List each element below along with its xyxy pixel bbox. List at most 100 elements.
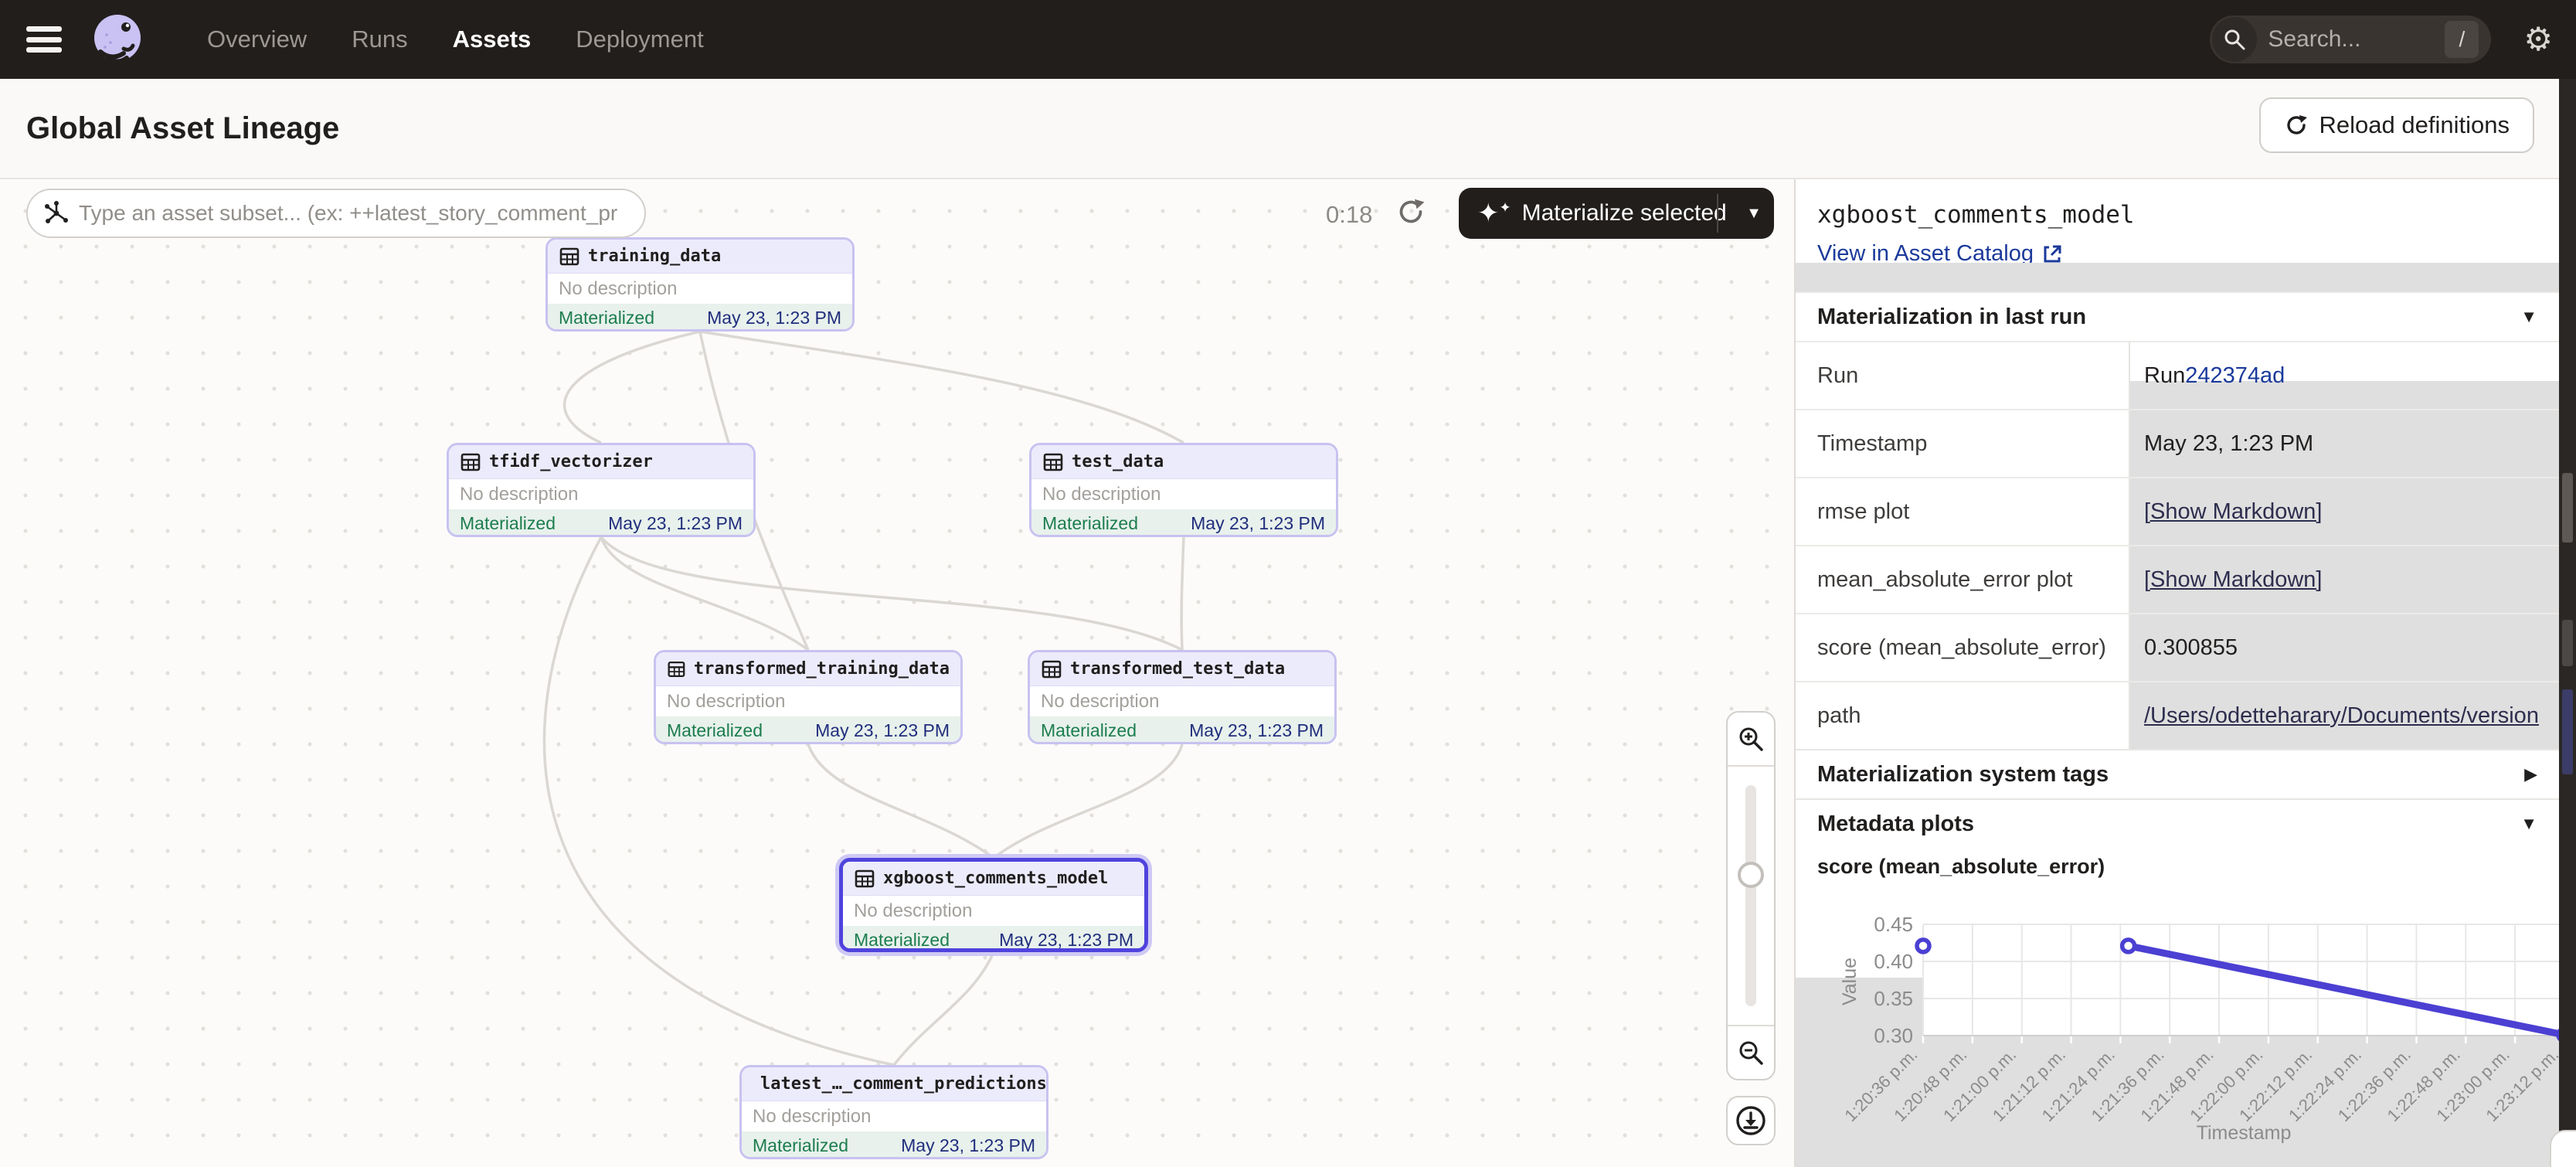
- score-line-chart: 0.450.400.350.301:20:36 p.m.1:20:48 p.m.…: [1796, 889, 2576, 1167]
- materialized-status: Materialized: [753, 1135, 848, 1156]
- section-materialization-system-tags[interactable]: Materialization system tags ▶: [1796, 749, 2561, 798]
- table-icon: [667, 658, 686, 680]
- metadata-value: Run 242374ad: [2130, 342, 2561, 409]
- asset-subset-input[interactable]: [79, 201, 620, 226]
- nav-item-runs[interactable]: Runs: [352, 26, 407, 53]
- materialize-selected-button[interactable]: ✦✦ Materialize selected ▼: [1459, 188, 1774, 239]
- section-label: Materialization in last run: [1817, 305, 2086, 330]
- graph-refresh-icon[interactable]: [1395, 196, 1426, 227]
- asset-node-header: test_data: [1031, 445, 1336, 479]
- asset-name: test_data: [1072, 452, 1164, 471]
- section-label: Materialization system tags: [1817, 762, 2109, 788]
- page-header: Global Asset Lineage Reload definitions: [0, 79, 2576, 179]
- metadata-row-mean_absolute_error-plot: mean_absolute_error plot[Show Markdown]: [1796, 545, 2561, 613]
- show-markdown-link[interactable]: [Show Markdown]: [2144, 567, 2323, 593]
- asset-subset-filter[interactable]: [26, 189, 646, 238]
- page-title: Global Asset Lineage: [26, 111, 339, 146]
- materialized-status: Materialized: [559, 308, 654, 328]
- asset-node-footer: Materialized May 23, 1:23 PM: [843, 926, 1144, 952]
- asset-node-footer: MaterializedMay 23, 1:23 PM: [548, 304, 852, 332]
- materialize-dropdown-caret[interactable]: ▼: [1734, 188, 1774, 239]
- table-icon: [460, 451, 481, 473]
- nav-item-deployment[interactable]: Deployment: [576, 26, 703, 53]
- asset-name: latest_…_comment_predictions: [760, 1074, 1047, 1094]
- asset-name: tfidf_vectorizer: [489, 452, 653, 471]
- zoom-in-button[interactable]: [1728, 713, 1774, 767]
- asset-node-footer: MaterializedMay 23, 1:23 PM: [1030, 716, 1334, 744]
- hamburger-menu-icon[interactable]: [26, 26, 62, 53]
- download-icon: [1734, 1104, 1768, 1138]
- refresh-timer: 0:18: [1326, 201, 1372, 229]
- section-metadata-plots[interactable]: Metadata plots ▼: [1796, 798, 2561, 848]
- materialized-status: Materialized: [1042, 513, 1138, 534]
- metadata-row-Timestamp: TimestampMay 23, 1:23 PM: [1796, 409, 2561, 477]
- metadata-key: path: [1796, 682, 2130, 749]
- table-icon: [1042, 451, 1064, 473]
- metadata-key: Timestamp: [1796, 410, 2130, 477]
- nav-item-assets[interactable]: Assets: [453, 26, 532, 53]
- nav-menu: Overview Runs Assets Deployment: [207, 26, 704, 53]
- zoom-slider-track[interactable]: [1745, 785, 1756, 1006]
- svg-text:0.40: 0.40: [1874, 950, 1913, 973]
- show-markdown-link[interactable]: [Show Markdown]: [2144, 499, 2323, 525]
- asset-node-xgboost_comments_model[interactable]: xgboost_comments_modelNo descriptionMate…: [839, 858, 1148, 952]
- asset-node-tfidf_vectorizer[interactable]: tfidf_vectorizer No description Materializ…: [447, 443, 756, 537]
- asset-detail-title: xgboost_comments_model: [1817, 201, 2576, 229]
- metadata-table: RunRun 242374adTimestampMay 23, 1:23 PMr…: [1796, 341, 2561, 749]
- asset-description: No description: [843, 896, 1144, 926]
- run-id-link[interactable]: 242374ad: [2185, 363, 2285, 389]
- asset-node-transformed_test_data[interactable]: transformed_test_data No descriptionMater…: [1028, 650, 1337, 744]
- asset-description: No description: [1030, 686, 1334, 716]
- asset-node-transformed_training_data[interactable]: transformed_training_dataNo descriptionM…: [654, 650, 963, 744]
- asset-detail-panel: xgboost_comments_model View in Asset Cat…: [1794, 179, 2576, 1167]
- graph-toolbar: 0:18 ✦✦ Materialize selected ▼: [0, 179, 1794, 249]
- svg-text:Timestamp: Timestamp: [2197, 1122, 2292, 1144]
- search-input[interactable]: [2268, 26, 2415, 53]
- section-materialization-last-run[interactable]: Materialization in last run ▼: [1796, 291, 2561, 341]
- chevron-down-icon: ▼: [2520, 307, 2537, 327]
- materialized-status: Materialized: [667, 720, 763, 741]
- asset-description: No description: [742, 1101, 1046, 1131]
- materialized-status: Materialized: [460, 513, 556, 534]
- asset-node-latest__comment_predictions[interactable]: latest_…_comment_predictions No descripti…: [739, 1065, 1048, 1159]
- asset-name: transformed_training_data: [694, 659, 950, 679]
- asset-name: transformed_test_data: [1070, 659, 1285, 679]
- dagster-logo-icon[interactable]: [90, 12, 145, 67]
- table-icon: [1041, 658, 1062, 680]
- path-link[interactable]: /Users/odetteharary/Documents/version: [2144, 703, 2539, 729]
- global-search[interactable]: /: [2210, 15, 2491, 63]
- materialized-timestamp: May 23, 1:23 PM: [999, 930, 1133, 951]
- metadata-value: May 23, 1:23 PM: [2130, 410, 2561, 477]
- materialized-timestamp: May 23, 1:23 PM: [1189, 720, 1324, 741]
- materialized-timestamp: May 23, 1:23 PM: [901, 1135, 1035, 1156]
- asset-node-header: transformed_training_data: [656, 652, 960, 686]
- asset-description: No description: [449, 479, 753, 509]
- refresh-icon: [2284, 113, 2309, 138]
- nav-item-overview[interactable]: Overview: [207, 26, 307, 53]
- gear-icon[interactable]: ⚙: [2523, 23, 2553, 56]
- metadata-plot-title: score (mean_absolute_error): [1817, 855, 2105, 879]
- materialized-timestamp: May 23, 1:23 PM: [608, 513, 743, 534]
- asset-node-test_data[interactable]: test_data No description Materialized May 2…: [1029, 443, 1338, 537]
- zoom-out-button[interactable]: [1728, 1025, 1774, 1079]
- materialized-timestamp: May 23, 1:23 PM: [815, 720, 950, 741]
- materialized-timestamp: May 23, 1:23 PM: [1191, 513, 1325, 534]
- asset-graph-icon: [43, 200, 70, 226]
- reload-definitions-button[interactable]: Reload definitions: [2259, 97, 2534, 153]
- asset-node-header: xgboost_comments_model: [843, 862, 1144, 896]
- asset-lineage-graph[interactable]: training_data No description Materialized M…: [0, 179, 1794, 1167]
- materialized-status: Materialized: [854, 930, 950, 951]
- asset-description: No description: [1031, 479, 1336, 509]
- zoom-slider[interactable]: [1728, 767, 1774, 1025]
- asset-node-training_data[interactable]: training_dataNo descriptionMaterializedM…: [545, 237, 855, 332]
- zoom-slider-thumb[interactable]: [1738, 862, 1764, 888]
- asset-node-header: latest_…_comment_predictions: [742, 1067, 1046, 1101]
- chevron-right-icon: ▶: [2524, 764, 2537, 784]
- zoom-controls: [1726, 711, 1776, 1080]
- asset-node-footer: Materialized May 23, 1:23 PM: [742, 1131, 1046, 1159]
- asset-name: training_data: [588, 247, 721, 266]
- asset-node-footer: Materialized May 23, 1:23 PM: [1031, 509, 1336, 537]
- download-graph-button[interactable]: [1726, 1096, 1776, 1145]
- metadata-value: /Users/odetteharary/Documents/version: [2130, 682, 2561, 749]
- button-divider: [1717, 194, 1718, 233]
